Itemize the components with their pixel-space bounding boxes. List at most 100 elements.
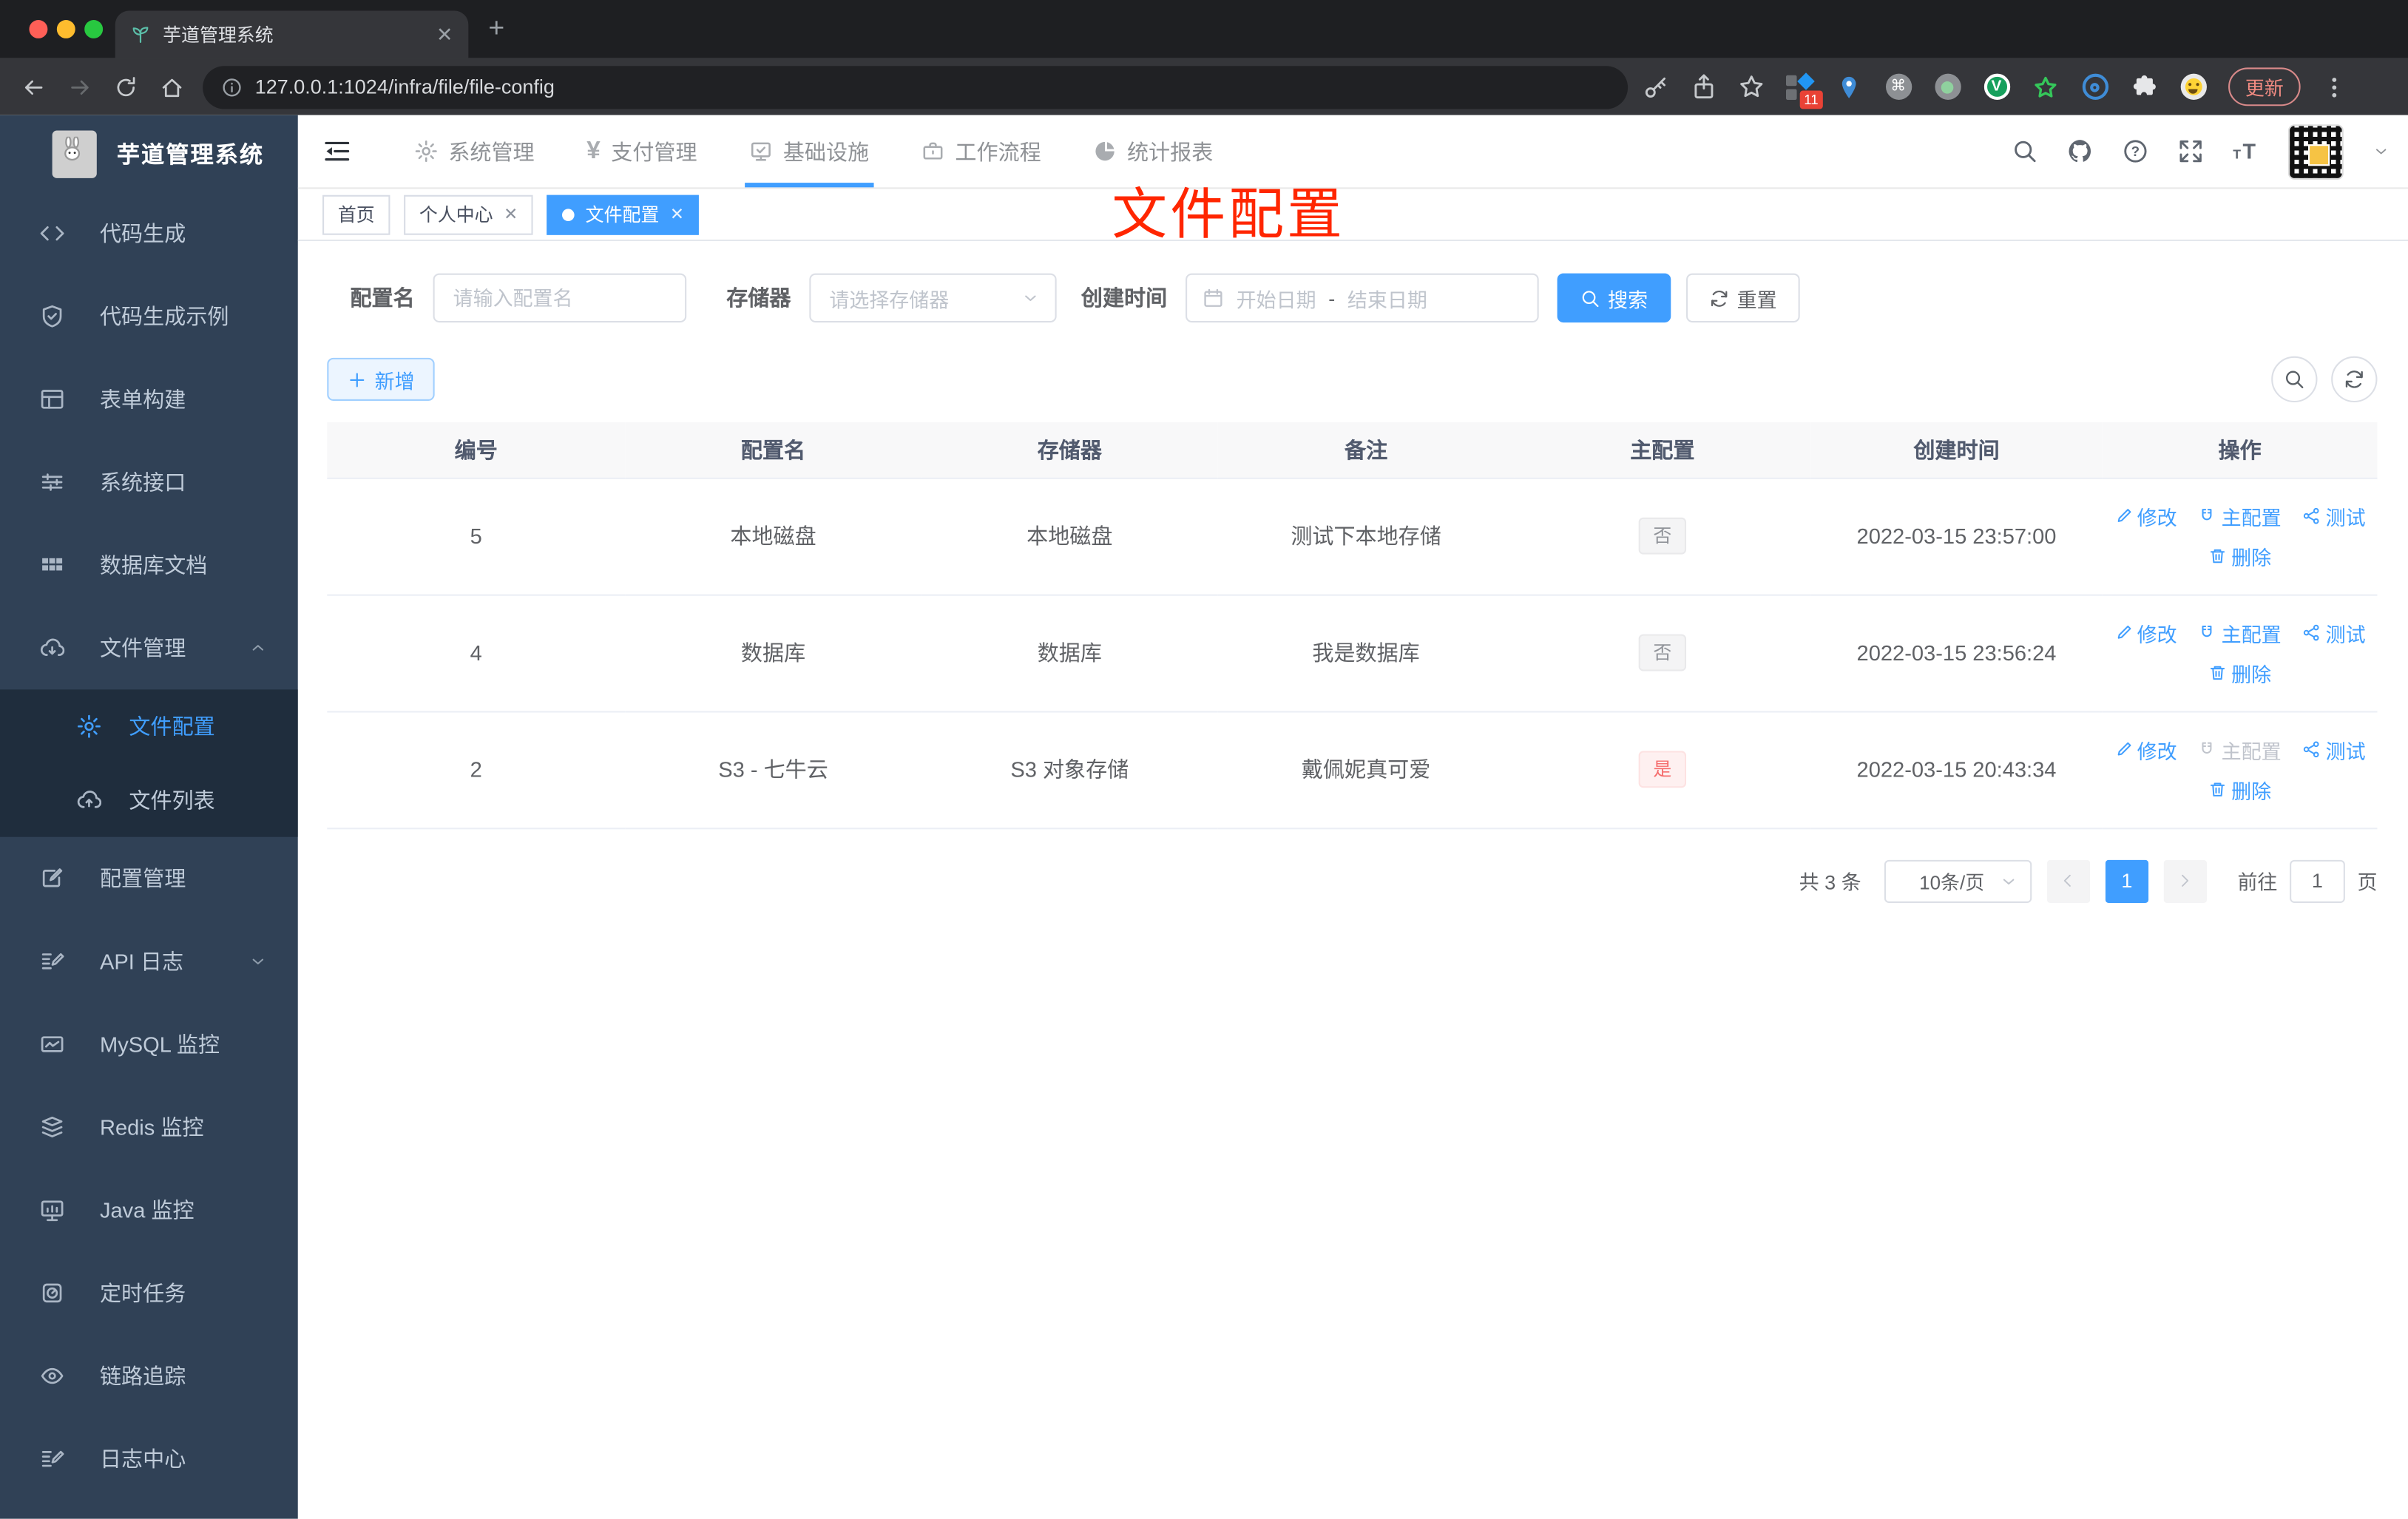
nav-payment-management[interactable]: ¥ 支付管理	[561, 115, 723, 188]
col-master: 主配置	[1514, 422, 1811, 478]
next-page-button[interactable]	[2163, 859, 2207, 902]
cell-created: 2022-03-15 20:43:34	[1810, 711, 2103, 829]
sidebar-item-trace[interactable]: 链路追踪	[0, 1335, 298, 1418]
storage-select[interactable]: 请选择存储器	[809, 273, 1057, 323]
sidebar-item-file-list[interactable]: 文件列表	[0, 763, 298, 837]
sidebar-item-java-monitor[interactable]: Java 监控	[0, 1168, 298, 1251]
edit-link[interactable]: 修改	[2114, 501, 2177, 530]
zoom-window-button[interactable]	[84, 19, 104, 38]
page-number-current[interactable]: 1	[2105, 859, 2149, 902]
add-button[interactable]: 新增	[327, 357, 435, 401]
nav-system-management[interactable]: 系统管理	[388, 115, 561, 188]
test-link[interactable]: 测试	[2303, 501, 2366, 530]
sliders-icon	[40, 470, 64, 494]
puzzle-extension-icon[interactable]	[2130, 73, 2157, 101]
refresh-table-button[interactable]	[2331, 356, 2378, 403]
delete-link[interactable]: 删除	[2208, 775, 2271, 804]
extension-badge-icon[interactable]: 11	[1786, 72, 1823, 109]
search-button[interactable]: 搜索	[1557, 273, 1671, 323]
close-window-button[interactable]	[29, 19, 48, 38]
date-range-picker[interactable]: 开始日期 - 结束日期	[1186, 273, 1539, 323]
forward-icon[interactable]	[67, 75, 92, 99]
password-key-icon[interactable]	[1643, 74, 1669, 100]
github-icon[interactable]	[2067, 138, 2093, 164]
back-icon[interactable]	[21, 75, 46, 99]
share-export-icon[interactable]	[1691, 74, 1717, 100]
tag-home[interactable]: 首页	[322, 194, 390, 234]
minimize-window-button[interactable]	[56, 19, 75, 38]
delete-link[interactable]: 删除	[2208, 658, 2271, 687]
app-logo[interactable]: 芋道管理系统	[0, 115, 298, 192]
pagination-total: 共 3 条	[1799, 870, 1861, 894]
page-size-select[interactable]: 10条/页	[1884, 859, 2032, 902]
app-window: 芋道管理系统 代码生成 代码生成示例 表单构建 系统接口 数据库文档 文件管理 …	[0, 115, 2408, 1519]
sidebar-item-file-config[interactable]: 文件配置	[0, 689, 298, 763]
master-link[interactable]: 主配置	[2199, 618, 2282, 647]
tab-close-icon[interactable]: ✕	[436, 22, 453, 47]
share-icon	[2303, 740, 2321, 759]
prev-page-button[interactable]	[2046, 859, 2091, 902]
fullscreen-icon[interactable]	[2178, 138, 2204, 164]
edit-link[interactable]: 修改	[2114, 735, 2177, 764]
rabbit-icon	[64, 136, 80, 161]
browser-tab[interactable]: 芋道管理系统 ✕	[115, 10, 469, 58]
test-link[interactable]: 测试	[2303, 618, 2366, 647]
test-link[interactable]: 测试	[2303, 735, 2366, 764]
start-date-placeholder: 开始日期	[1236, 288, 1316, 311]
sidebar-item-code-demo[interactable]: 代码生成示例	[0, 275, 298, 358]
goto-page-input[interactable]	[2290, 859, 2345, 902]
master-link[interactable]: 主配置	[2199, 501, 2282, 530]
share-icon	[2303, 623, 2321, 642]
sidebar-item-file-management[interactable]: 文件管理	[0, 606, 298, 689]
nav-workflow[interactable]: 工作流程	[895, 115, 1067, 188]
sidebar-item-code-gen[interactable]: 代码生成	[0, 192, 298, 275]
config-name-label: 配置名	[350, 285, 415, 311]
refresh-icon	[1709, 288, 1729, 308]
collapse-sidebar-icon[interactable]	[322, 137, 351, 166]
tag-close-icon[interactable]: ✕	[670, 204, 684, 224]
reset-button[interactable]: 重置	[1686, 273, 1800, 323]
reload-icon[interactable]	[114, 75, 138, 99]
user-avatar[interactable]	[2288, 124, 2344, 179]
star-extension-icon[interactable]	[2032, 73, 2059, 101]
toggle-search-button[interactable]	[2271, 356, 2318, 403]
nav-infrastructure[interactable]: 基础设施	[723, 115, 896, 188]
tag-profile[interactable]: 个人中心 ✕	[404, 194, 534, 234]
magnet-icon	[2199, 740, 2217, 759]
font-size-icon[interactable]	[2233, 138, 2259, 164]
new-tab-button[interactable]: +	[488, 13, 504, 45]
delete-link[interactable]: 删除	[2208, 541, 2271, 570]
sidebar-item-redis-monitor[interactable]: Redis 监控	[0, 1086, 298, 1168]
sidebar-item-api-log[interactable]: API 日志	[0, 920, 298, 1003]
chrome-menu-icon[interactable]	[2322, 75, 2347, 99]
dot-extension-icon[interactable]	[1933, 73, 1961, 101]
sidebar-item-log-center[interactable]: 日志中心	[0, 1418, 298, 1501]
edit-link[interactable]: 修改	[2114, 618, 2177, 647]
cell-master: 否	[1514, 594, 1811, 712]
help-icon[interactable]	[2123, 138, 2148, 164]
master-link[interactable]: 主配置	[2199, 735, 2282, 764]
sidebar-item-system-api[interactable]: 系统接口	[0, 441, 298, 524]
cell-master: 是	[1514, 711, 1811, 829]
briefcase-icon	[921, 140, 944, 163]
tag-close-icon[interactable]: ✕	[504, 204, 518, 224]
chrome-update-button[interactable]: 更新	[2228, 67, 2301, 106]
config-name-input[interactable]	[433, 273, 687, 323]
sidebar-item-config-management[interactable]: 配置管理	[0, 837, 298, 920]
bookmark-star-icon[interactable]	[1739, 74, 1765, 100]
site-info-icon[interactable]	[221, 76, 243, 98]
eye-extension-icon[interactable]	[2081, 73, 2108, 101]
sidebar-item-db-doc[interactable]: 数据库文档	[0, 524, 298, 606]
v-extension-icon[interactable]: V	[1983, 73, 2010, 101]
address-bar[interactable]: 127.0.0.1:1024/infra/file/file-config	[203, 65, 1629, 109]
sidebar-item-form-builder[interactable]: 表单构建	[0, 358, 298, 441]
tag-file-config[interactable]: 文件配置 ✕	[547, 194, 700, 234]
pin-extension-icon[interactable]	[1835, 73, 1862, 101]
command-extension-icon[interactable]: ⌘	[1884, 73, 1912, 101]
sidebar-item-scheduled-task[interactable]: 定时任务	[0, 1251, 298, 1334]
user-menu-caret-icon[interactable]	[2373, 143, 2390, 160]
home-icon[interactable]	[160, 75, 184, 99]
emoji-extension-icon[interactable]	[2179, 73, 2207, 101]
sidebar-item-mysql-monitor[interactable]: MySQL 监控	[0, 1003, 298, 1086]
search-icon[interactable]	[2012, 138, 2037, 164]
